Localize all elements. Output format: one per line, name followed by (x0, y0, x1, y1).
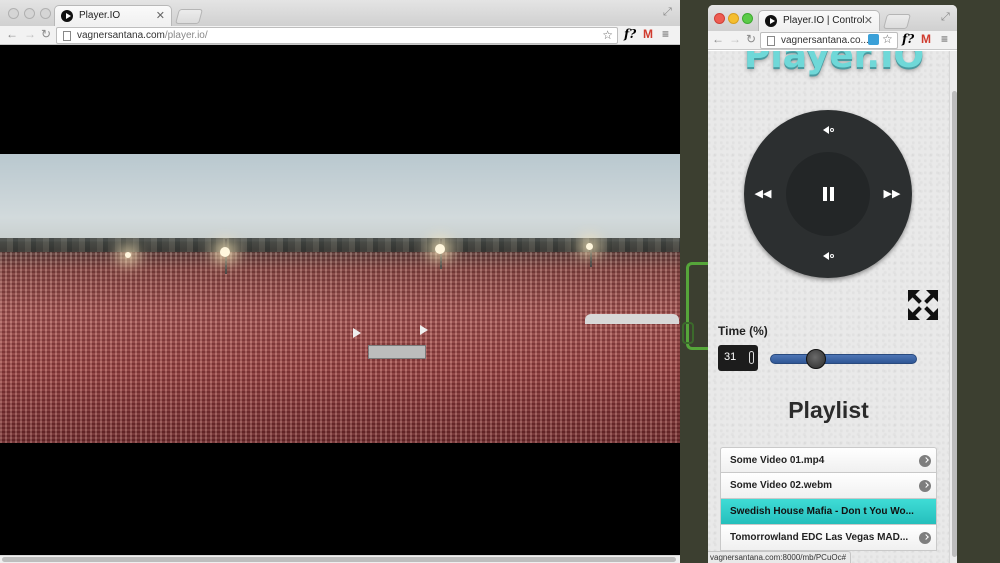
zoom-window-button[interactable] (742, 13, 753, 24)
tab-player[interactable]: Player.IO ✕ (54, 5, 172, 26)
player-favicon-icon (765, 15, 777, 27)
zoom-window-button[interactable] (40, 8, 51, 19)
time-slider-thumb[interactable] (805, 349, 826, 369)
minimize-window-button[interactable] (728, 13, 739, 24)
fullscreen-toggle-icon[interactable]: ⤢ (941, 11, 950, 24)
volume-down-button[interactable] (816, 249, 840, 265)
gmail-extension-icon[interactable]: M (921, 32, 931, 46)
control-wheel: ◀◀ ▶▶ (744, 110, 912, 278)
playlist: Some Video 01.mp4 Some Video 02.webm Swe… (720, 447, 937, 551)
chevron-right-icon (919, 480, 931, 492)
page-icon (63, 31, 71, 41)
fullscreen-expand-icon (908, 290, 938, 320)
video-player[interactable] (0, 45, 680, 555)
close-tab-icon[interactable]: ✕ (156, 9, 165, 22)
browser-toolbar: ← → ↻ vagnersantana.co... ☆ f? M ≡ (708, 31, 957, 50)
fast-forward-button[interactable]: ▶▶ (880, 186, 904, 202)
url-domain: vagnersantana.com (77, 30, 165, 41)
playlist-item-active[interactable]: Swedish House Mafia - Don t You Wo... (720, 499, 937, 525)
playlist-item-title: Some Video 02.webm (730, 480, 833, 491)
rewind-button[interactable]: ◀◀ (751, 186, 775, 202)
volume-up-icon (822, 126, 829, 135)
time-label: Time (%) (718, 324, 768, 338)
tab-title: Player.IO | Control (783, 15, 865, 26)
playlist-item-title: Swedish House Mafia - Don t You Wo... (730, 506, 914, 517)
forward-arrow-icon[interactable]: → (24, 27, 36, 41)
forward-arrow-icon[interactable]: → (729, 32, 741, 46)
reload-icon[interactable]: ↻ (41, 27, 51, 41)
tab-title: Player.IO (79, 10, 121, 21)
volume-up-button[interactable] (816, 123, 840, 139)
fullscreen-toggle-icon[interactable]: ⤢ (663, 6, 672, 19)
pause-icon (822, 187, 834, 201)
new-tab-button[interactable] (174, 9, 204, 24)
player-favicon-icon (61, 10, 73, 22)
extension-badge-icon[interactable] (868, 34, 879, 45)
hamburger-menu-icon[interactable]: ≡ (662, 27, 669, 41)
status-bar-url: vagnersantana.com:8000/mb/PCuOc# (708, 551, 852, 563)
back-arrow-icon[interactable]: ← (6, 27, 18, 41)
horizontal-scrollbar[interactable] (0, 555, 680, 563)
stepper-arrows-icon[interactable] (749, 351, 754, 364)
time-percent-value: 31 (724, 351, 737, 363)
back-arrow-icon[interactable]: ← (712, 32, 724, 46)
minimize-window-button[interactable] (24, 8, 35, 19)
gmail-extension-icon[interactable]: M (643, 27, 653, 41)
video-frame (0, 154, 680, 443)
vertical-scrollbar[interactable] (949, 51, 957, 563)
fontface-extension-icon[interactable]: f? (624, 27, 636, 41)
volume-down-icon (822, 252, 829, 261)
close-tab-icon[interactable]: ✕ (864, 14, 873, 27)
desktop-hexagon-decoration-small (682, 322, 694, 344)
bookmark-star-icon[interactable]: ☆ (882, 32, 893, 46)
browser-toolbar: ← → ↻ vagnersantana.com/player.io/ ☆ f? … (0, 26, 680, 45)
fast-forward-icon: ▶▶ (883, 188, 901, 200)
fullscreen-button[interactable] (906, 288, 940, 322)
url-path: /player.io/ (164, 30, 208, 41)
tab-strip: Player.IO ✕ ⤢ (0, 0, 680, 26)
time-percent-stepper[interactable]: 31 (718, 345, 758, 371)
playlist-item[interactable]: Some Video 02.webm (720, 473, 937, 499)
chevron-right-icon (919, 532, 931, 544)
address-bar[interactable]: vagnersantana.com/player.io/ ☆ (56, 27, 618, 44)
playlist-item[interactable]: Tomorrowland EDC Las Vegas MAD... (720, 525, 937, 551)
chevron-right-icon (919, 455, 931, 467)
close-window-button[interactable] (8, 8, 19, 19)
tab-control[interactable]: Player.IO | Control ✕ (758, 10, 880, 31)
app-logo: Player.IO (744, 51, 925, 76)
hamburger-menu-icon[interactable]: ≡ (941, 32, 948, 46)
play-pause-button[interactable] (786, 152, 870, 236)
playlist-item-title: Some Video 01.mp4 (730, 455, 825, 466)
tab-strip: Player.IO | Control ✕ ⤢ (708, 5, 957, 31)
playlist-item[interactable]: Some Video 01.mp4 (720, 447, 937, 473)
bookmark-star-icon[interactable]: ☆ (602, 28, 613, 42)
reload-icon[interactable]: ↻ (746, 32, 756, 46)
close-window-button[interactable] (714, 13, 725, 24)
fontface-extension-icon[interactable]: f? (902, 32, 914, 46)
time-slider[interactable] (770, 349, 917, 369)
url-text: vagnersantana.co... (781, 35, 869, 46)
main-browser-window: Player.IO ✕ ⤢ ← → ↻ vagnersantana.com/pl… (0, 0, 680, 563)
rewind-icon: ◀◀ (754, 188, 772, 200)
page-icon (767, 36, 775, 46)
playlist-item-title: Tomorrowland EDC Las Vegas MAD... (730, 532, 909, 543)
control-browser-window: Player.IO | Control ✕ ⤢ ← → ↻ vagnersant… (708, 5, 957, 563)
new-tab-button[interactable] (882, 14, 912, 29)
playlist-heading: Playlist (788, 397, 869, 423)
remote-control-page: Player.IO ◀◀ ▶▶ Time (%) 31 Playlist Som… (708, 51, 957, 563)
